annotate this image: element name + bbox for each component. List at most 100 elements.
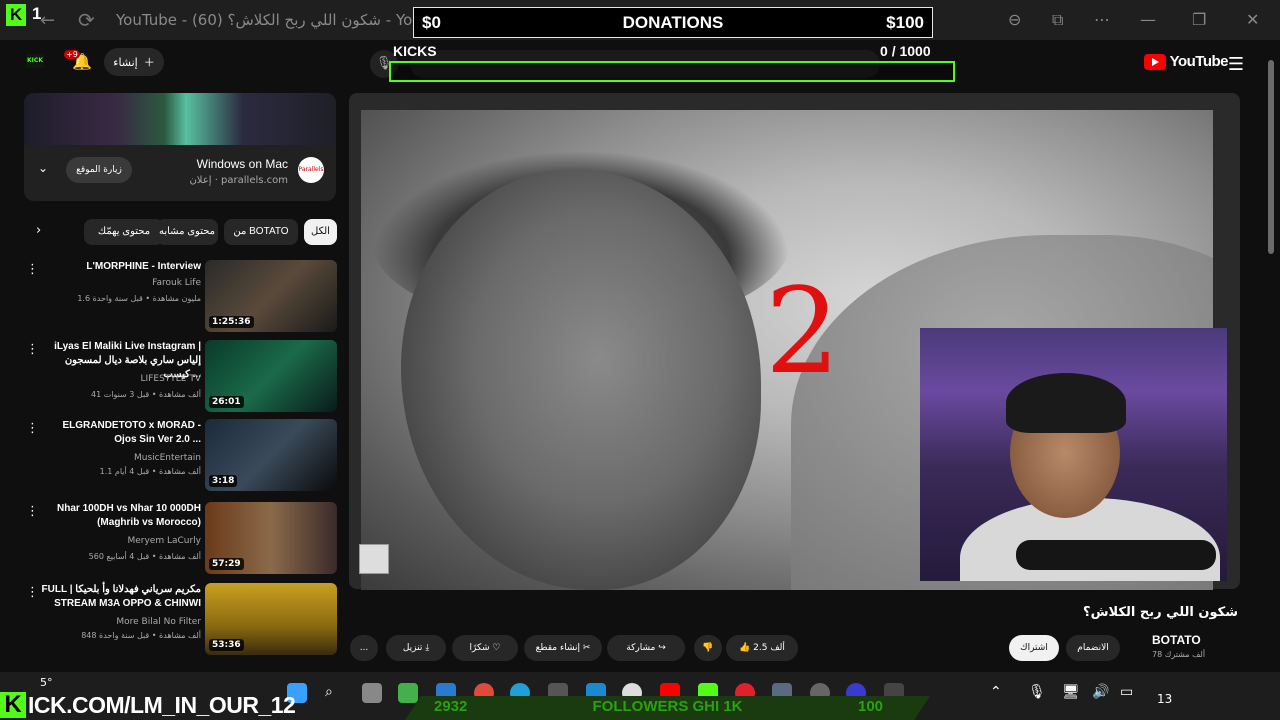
thanks-button[interactable]: شكرًا ♡ <box>452 635 518 661</box>
video-duration: 26:01 <box>209 396 244 408</box>
list-item[interactable]: 3:18 ⋮ ELGRANDETOTO x MORAD - Ojos Sin V… <box>24 419 337 493</box>
webcam-overlay <box>920 328 1227 581</box>
video-duration: 3:18 <box>209 475 238 487</box>
chip-from-channel[interactable]: من BOTATO <box>224 219 298 245</box>
more-icon[interactable]: ⋯ <box>1094 10 1110 29</box>
microphone-icon[interactable]: 🎙 <box>1028 684 1046 700</box>
list-item[interactable]: 57:29 ⋮ Nhar 100DH vs Nhar 10 000DH (Mag… <box>24 502 337 576</box>
channel-name: Meryem LaCurly <box>127 536 201 546</box>
like-button[interactable]: 👍 2.5 ألف <box>726 635 798 661</box>
ad-sponsor: إعلان · parallels.com <box>189 175 288 186</box>
video-meta: 560 ألف مشاهدة • قبل 4 أسابيع <box>88 552 201 561</box>
video-meta: 1.6 مليون مشاهدة • قبل سنة واحدة <box>77 294 201 303</box>
list-item[interactable]: 53:36 ⋮ FULL | مكريم سرياني فهدلانا وأ ب… <box>24 583 337 657</box>
list-item[interactable]: 26:01 ⋮ iLyas El Maliki Live Instagram |… <box>24 340 337 414</box>
menu-icon[interactable]: ☰ <box>1228 54 1244 75</box>
video-title: FULL | مكريم سرياني فهدلانا وأ بلحيكا ST… <box>41 584 201 609</box>
create-button[interactable]: إنشاء ＋ <box>104 48 164 76</box>
zoom-icon[interactable]: ⊖ <box>1008 10 1021 29</box>
video-thumbnail[interactable]: 26:01 <box>205 340 337 412</box>
scissors-icon: ✂ <box>580 643 591 653</box>
more-actions-button[interactable]: ... <box>350 635 378 661</box>
thanks-icon: ♡ <box>489 643 501 653</box>
more-vert-icon[interactable]: ⋮ <box>26 421 39 436</box>
dislike-button[interactable]: 👎 <box>694 635 722 661</box>
reload-icon[interactable]: ⟳ <box>78 8 95 32</box>
chip-all[interactable]: الكل <box>304 219 337 245</box>
clip-button[interactable]: إنشاء مقطع ✂ <box>524 635 602 661</box>
video-duration: 57:29 <box>209 558 244 570</box>
channel-name-main[interactable]: BOTATO <box>1152 633 1201 647</box>
video-title: L'MORPHINE - Interview <box>86 261 201 272</box>
download-button[interactable]: تنزيل ⤓ <box>386 635 446 661</box>
avatar[interactable]: KICK <box>26 54 44 68</box>
video-thumbnail[interactable]: 1:25:36 <box>205 260 337 332</box>
video-title: Nhar 100DH vs Nhar 10 000DH (Maghrib vs … <box>57 503 201 528</box>
chip-related[interactable]: محتوى يهمّك <box>84 219 164 245</box>
video-meta: 41 ألف مشاهدة • قبل 3 سنوات <box>91 390 201 399</box>
subscribe-button[interactable]: اشتراك <box>1009 635 1059 661</box>
video-meta: 1.1 ألف مشاهدة • قبل 4 أيام <box>99 467 201 476</box>
tray-chevron-up-icon[interactable]: ⌃ <box>990 684 1002 700</box>
notification-badge: +9 <box>64 50 80 59</box>
battery-icon[interactable]: ▭ <box>1120 684 1133 700</box>
more-vert-icon[interactable]: ⋮ <box>26 262 39 277</box>
list-item[interactable]: 1:25:36 ⋮ L'MORPHINE - Interview Farouk … <box>24 260 337 334</box>
video-thumbnail[interactable]: 3:18 <box>205 419 337 491</box>
webcam-cap-shape <box>1006 373 1126 433</box>
back-arrow-icon[interactable]: ← <box>40 10 60 31</box>
channel-name: LIFESTYLE TV <box>140 374 201 384</box>
ad-title: Windows on Mac <box>196 157 288 171</box>
network-icon[interactable]: 🖥 <box>1062 684 1080 700</box>
clock[interactable]: 13 <box>1157 692 1172 706</box>
video-face-shape <box>401 170 761 590</box>
webcam-mic-shape <box>1016 540 1216 570</box>
ad-card[interactable]: Parallels Windows on Mac إعلان · paralle… <box>24 93 336 201</box>
tab-title: YouTube - (60) شكون اللي ربح الكلاش؟ - Y… <box>116 11 457 29</box>
donations-label: DONATIONS <box>622 13 724 32</box>
channel-name: Farouk Life <box>152 278 201 288</box>
restore-icon[interactable]: ❐ <box>1192 10 1206 29</box>
chevron-down-icon[interactable]: ⌄ <box>38 161 48 175</box>
chip-similar[interactable]: محتوى مشابه <box>156 219 218 245</box>
video-meta: 848 ألف مشاهدة • قبل سنة واحدة <box>81 631 201 640</box>
task-view-icon[interactable] <box>362 683 382 703</box>
kicks-count: 0 / 1000 <box>880 43 931 59</box>
more-vert-icon[interactable]: ⋮ <box>26 504 39 519</box>
visit-site-button[interactable]: زيارة الموقع <box>66 157 132 183</box>
kick-viewer-count: 1 <box>32 4 42 23</box>
kicks-progress-bar <box>389 61 955 82</box>
extensions-icon[interactable]: ⧉ <box>1052 10 1063 30</box>
ad-logo: Parallels <box>298 157 324 183</box>
followers-goal: 100 <box>858 698 884 715</box>
kicks-label: KICKS <box>393 43 437 59</box>
dislike-icon: 👎 <box>702 643 714 653</box>
weather-widget[interactable]: 5° <box>40 676 53 689</box>
more-vert-icon[interactable]: ⋮ <box>26 342 39 357</box>
share-button[interactable]: مشاركة ↪ <box>607 635 685 661</box>
chevron-right-icon[interactable]: › <box>36 223 41 238</box>
youtube-logo[interactable]: YouTube <box>1143 53 1229 70</box>
filter-chips: › محتوى يهمّك محتوى مشابه من BOTATO الكل <box>24 219 337 245</box>
scrollbar-thumb[interactable] <box>1268 60 1274 254</box>
followers-label: FOLLOWERS GHI 1K <box>592 698 743 715</box>
video-overlay-number: 2 <box>765 262 841 400</box>
search-icon[interactable]: ⌕ <box>325 684 333 700</box>
more-vert-icon[interactable]: ⋮ <box>26 585 39 600</box>
video-duration: 53:36 <box>209 639 244 651</box>
close-icon[interactable]: ✕ <box>1246 10 1259 29</box>
like-icon: 👍 <box>739 643 754 653</box>
join-button[interactable]: الانضمام <box>1066 635 1120 661</box>
kick-url-text: ICK.COM/LM_IN_OUR_12 <box>28 692 296 718</box>
ad-banner <box>24 93 336 145</box>
kick-url-logo: K <box>0 692 26 718</box>
minimize-icon[interactable]: — <box>1140 10 1156 29</box>
download-icon: ⤓ <box>422 643 430 653</box>
channel-name: More Bilal No Filter <box>116 617 201 627</box>
video-thumbnail[interactable]: 53:36 <box>205 583 337 655</box>
channel-name: MusicEntertain <box>133 453 201 463</box>
video-thumbnail[interactable]: 57:29 <box>205 502 337 574</box>
volume-icon[interactable]: 🔊 <box>1092 684 1109 700</box>
channel-subs: 78 ألف مشترك <box>1152 650 1206 659</box>
page-scrollbar[interactable] <box>1266 60 1276 660</box>
